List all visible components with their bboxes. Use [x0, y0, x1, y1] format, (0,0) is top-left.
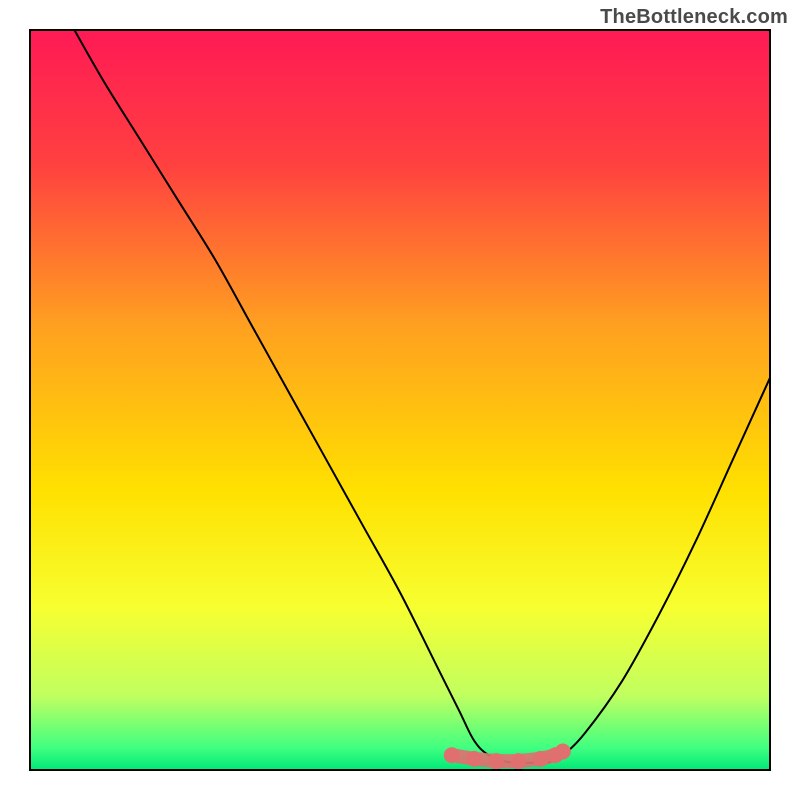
watermark-text: TheBottleneck.com	[600, 6, 788, 29]
bottleneck-chart	[0, 0, 800, 800]
chart-container: TheBottleneck.com	[0, 0, 800, 800]
sweet-spot-point	[466, 751, 482, 767]
sweet-spot-point	[510, 753, 526, 769]
sweet-spot-point	[488, 753, 504, 769]
sweet-spot-point	[444, 747, 460, 763]
sweet-spot-point	[533, 751, 549, 767]
sweet-spot-point	[555, 744, 571, 760]
